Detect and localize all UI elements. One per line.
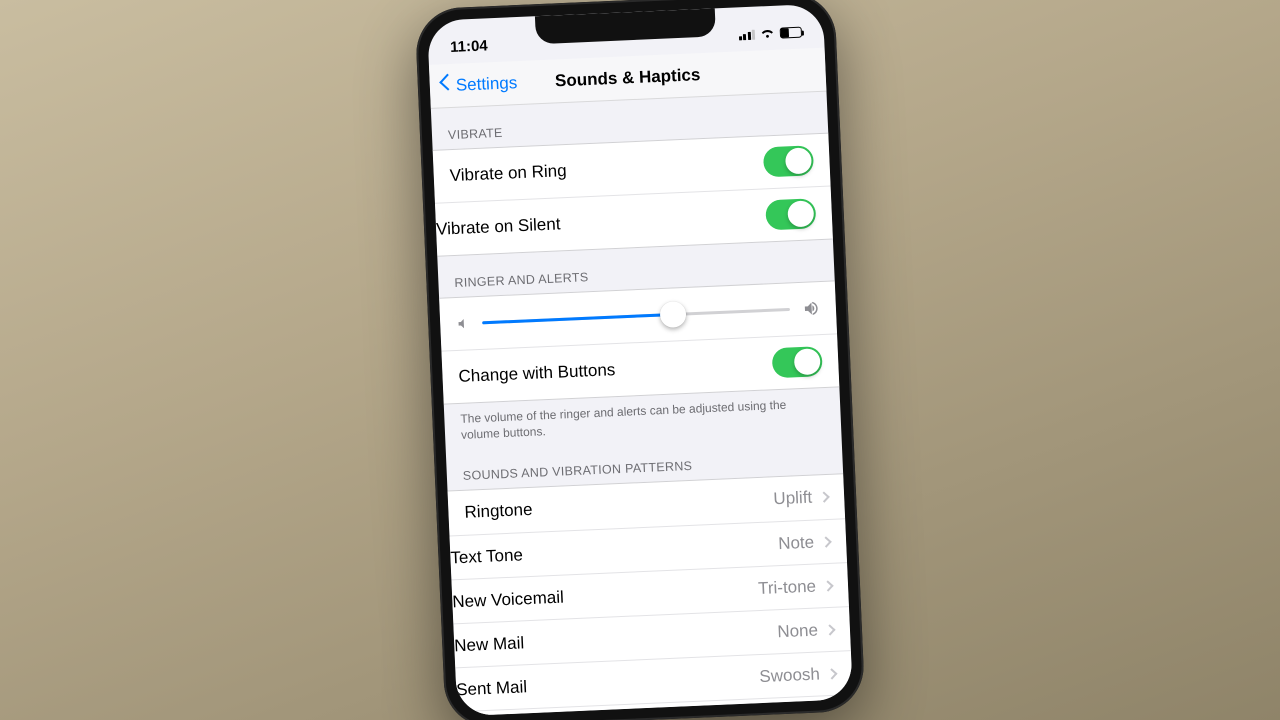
volume-high-icon: [802, 299, 821, 318]
toggle-vibrate-on-ring[interactable]: [763, 145, 814, 177]
chevron-right-icon: [824, 624, 835, 635]
wifi-icon: [760, 27, 775, 39]
ringer-group: Change with Buttons: [439, 280, 839, 404]
phone-screen: 11:04 Settings Sounds & Haptics Vibrate: [427, 4, 853, 717]
status-indicators: [738, 26, 802, 40]
row-label: New Voicemail: [452, 587, 564, 612]
row-label: Vibrate on Ring: [449, 161, 567, 186]
row-label: Text Tone: [450, 545, 523, 568]
volume-slider[interactable]: [482, 295, 791, 336]
chevron-right-icon: [819, 492, 830, 503]
cellular-signal-icon: [738, 28, 755, 40]
photo-background: 11:04 Settings Sounds & Haptics Vibrate: [0, 0, 1280, 720]
vibrate-group: Vibrate on Ring Vibrate on Silent: [433, 133, 833, 257]
toggle-change-with-buttons[interactable]: [772, 346, 823, 378]
volume-low-icon: [456, 316, 471, 331]
toggle-vibrate-on-silent[interactable]: [765, 198, 816, 230]
battery-icon: [780, 26, 802, 38]
chevron-right-icon: [828, 712, 839, 716]
row-label: Vibrate on Silent: [436, 214, 561, 239]
phone-frame: 11:04 Settings Sounds & Haptics Vibrate: [414, 0, 865, 720]
back-label: Settings: [455, 73, 517, 96]
patterns-group: Ringtone Uplift Text Tone Note New Voice…: [448, 474, 853, 717]
row-value: Tri-tone: [758, 576, 817, 599]
row-value: Chord: [775, 708, 822, 716]
page-title: Sounds & Haptics: [555, 65, 701, 91]
row-value: Uplift: [773, 488, 813, 510]
chevron-left-icon: [439, 76, 452, 97]
back-button[interactable]: Settings: [439, 61, 518, 108]
row-label: Sent Mail: [456, 677, 528, 700]
row-value: Swoosh: [759, 664, 820, 687]
row-label: Ringtone: [464, 500, 533, 523]
volume-fill: [482, 313, 673, 324]
chevron-right-icon: [822, 580, 833, 591]
row-label: New Mail: [454, 633, 525, 656]
chevron-right-icon: [826, 668, 837, 679]
status-time: 11:04: [450, 37, 488, 56]
row-value: None: [777, 620, 818, 642]
settings-scroll[interactable]: Vibrate Vibrate on Ring Vibrate on Silen…: [431, 92, 853, 717]
volume-thumb[interactable]: [659, 301, 686, 328]
row-value: Note: [778, 532, 815, 554]
chevron-right-icon: [820, 536, 831, 547]
row-label: Change with Buttons: [458, 360, 616, 387]
